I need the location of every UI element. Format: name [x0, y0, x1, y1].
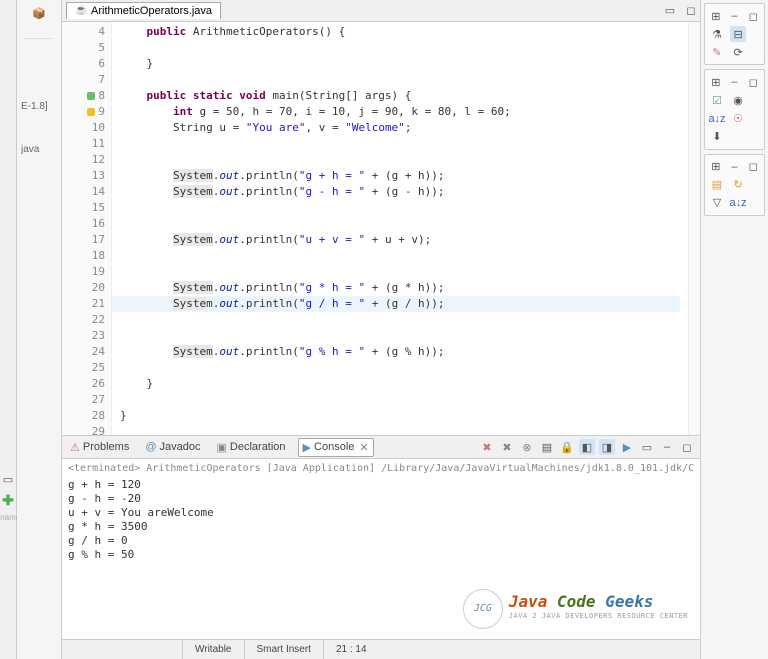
min3-icon[interactable]: – [728, 74, 742, 90]
status-writable: Writable [182, 640, 244, 659]
collapse-icon[interactable]: ▭ [0, 471, 16, 487]
tab-filename: ArithmeticOperators.java [91, 5, 212, 17]
console-view[interactable]: <terminated> ArithmeticOperators [Java A… [62, 459, 700, 639]
problems-icon: ⚠ [70, 441, 80, 454]
restore-view-icon[interactable]: ⊞ [709, 8, 723, 24]
max3-icon[interactable]: ◻ [746, 74, 760, 90]
javadoc-icon: @ [145, 441, 156, 453]
tab-console[interactable]: ▶ Console ✕ [298, 438, 374, 457]
java-file-icon: ☕ [75, 5, 87, 17]
sync-icon[interactable]: ⟳ [730, 44, 746, 60]
filter2-icon[interactable]: ▽ [709, 195, 725, 211]
sort-az-icon[interactable]: a↓z [709, 111, 725, 127]
doc-icon[interactable]: ▤ [709, 177, 725, 193]
tab-problems[interactable]: ⚠ Problems [66, 439, 133, 456]
view-min-icon[interactable]: – [659, 439, 675, 455]
view-min2-icon[interactable]: – [728, 8, 742, 24]
file-ext-label: java [21, 144, 57, 155]
outline-strip: ▭ ✚ t name [0, 0, 17, 659]
view-max-icon[interactable]: ◻ [679, 439, 695, 455]
bookmark-icon[interactable]: ◉ [730, 92, 746, 108]
show-console-icon[interactable]: ◧ [579, 439, 595, 455]
remove-launch-icon[interactable]: ✖ [499, 439, 515, 455]
refresh-icon[interactable]: ↻ [730, 177, 746, 193]
close-console-icon[interactable]: ✕ [359, 441, 368, 454]
watermark-logo: JCG Java Code Geeks JAVA 2 JAVA DEVELOPE… [463, 589, 688, 629]
filter-icon[interactable]: ⚗ [709, 26, 725, 42]
status-insert: Smart Insert [244, 640, 323, 659]
pin-console-icon[interactable]: ◨ [599, 439, 615, 455]
jcg-circle-icon: JCG [463, 589, 503, 629]
open-console-icon[interactable]: ▭ [639, 439, 655, 455]
status-position: 21 : 14 [323, 640, 379, 659]
console-output: g + h = 120g - h = -20u + v = You areWel… [68, 478, 694, 562]
bottom-tab-bar: ⚠ Problems @ Javadoc ▣ Declaration ▶ Con… [62, 435, 700, 459]
sort2-icon[interactable]: a↓z [730, 195, 746, 211]
console-launch-header: <terminated> ArithmeticOperators [Java A… [68, 462, 694, 476]
code-body[interactable]: public ArithmeticOperators() { } public … [112, 22, 688, 435]
max4-icon[interactable]: ◻ [746, 159, 760, 175]
min4-icon[interactable]: – [728, 159, 742, 175]
package-explorer-strip: 📦 E-1.8] java [17, 0, 62, 659]
declaration-icon: ▣ [217, 441, 227, 454]
code-editor[interactable]: 4567891011121314151617181920212223242526… [62, 22, 700, 435]
console-select-icon[interactable]: ▤ [539, 439, 555, 455]
jre-label: E-1.8] [21, 101, 57, 112]
right-toolbar: ⊞ – ◻ ⚗ ⊟ ✎ ⟳ ⊞ – ◻ ☑ ◉ [700, 0, 768, 659]
minimize-icon[interactable]: ▭ [662, 3, 678, 19]
editor-tab-bar: ☕ ArithmeticOperators.java ▭ ◻ [62, 0, 700, 22]
display-selected-icon[interactable]: ▶ [619, 439, 635, 455]
wand-icon[interactable]: ✎ [709, 44, 725, 60]
console-icon: ▶ [303, 441, 311, 454]
restore3-icon[interactable]: ⊞ [709, 159, 723, 175]
overview-ruler[interactable] [688, 22, 700, 435]
view-max2-icon[interactable]: ◻ [746, 8, 760, 24]
tree-icon[interactable]: ⊟ [730, 26, 746, 42]
focus-icon[interactable]: ☉ [730, 110, 746, 126]
scroll-lock-icon[interactable]: 🔒 [559, 439, 575, 455]
status-bar: Writable Smart Insert 21 : 14 [62, 639, 700, 659]
hierarchy-icon[interactable]: ⬇ [709, 129, 725, 145]
tab-declaration[interactable]: ▣ Declaration [213, 439, 290, 456]
remove-all-icon[interactable]: ⊗ [519, 439, 535, 455]
add-icon[interactable]: ✚ [2, 492, 14, 509]
clear-console-icon[interactable]: ✖ [479, 439, 495, 455]
package-icon[interactable]: 📦 [31, 5, 47, 21]
task-icon[interactable]: ☑ [709, 92, 725, 108]
restore2-icon[interactable]: ⊞ [709, 74, 723, 90]
line-gutter: 4567891011121314151617181920212223242526… [62, 22, 112, 435]
maximize-icon[interactable]: ◻ [683, 3, 699, 19]
editor-tab-arithmetic[interactable]: ☕ ArithmeticOperators.java [66, 2, 221, 19]
tab-javadoc[interactable]: @ Javadoc [141, 439, 204, 455]
